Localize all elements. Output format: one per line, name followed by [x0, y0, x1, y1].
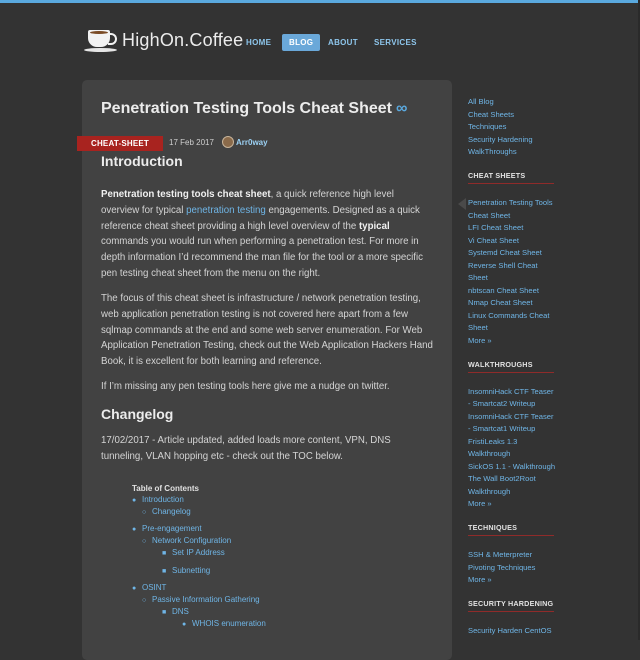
changelog-paragraph: 17/02/2017 - Article updated, added load… — [101, 435, 391, 462]
author-link[interactable]: Arr0way — [236, 138, 268, 147]
sidebar-link[interactable]: Nmap Cheat Sheet — [468, 298, 533, 307]
sidebar-link[interactable]: InsomniHack CTF Teaser — [468, 387, 554, 396]
sidebar-link[interactable]: Security Harden CentOS — [468, 626, 552, 635]
sidebar-link[interactable]: Cheat Sheet — [468, 211, 510, 220]
sidebar-heading-security-hardening: SECURITY HARDENING — [468, 599, 554, 608]
sidebar-link[interactable]: Walkthrough — [468, 487, 510, 496]
toc-item[interactable]: ○ Passive Information Gathering — [142, 595, 260, 604]
sidebar-link[interactable]: Pivoting Techniques — [468, 563, 535, 572]
sidebar-link[interactable]: - Smartcat2 Writeup — [468, 399, 535, 408]
sidebar-link[interactable]: InsomniHack CTF Teaser — [468, 412, 554, 421]
nav-services[interactable]: SERVICES — [374, 38, 417, 47]
sidebar-heading-cheat-sheets: CHEAT SHEETS — [468, 171, 526, 180]
sidebar-link[interactable]: The Wall Boot2Root — [468, 474, 536, 483]
article-title-text: Penetration Testing Tools Cheat Sheet — [101, 100, 392, 117]
site-brand[interactable]: HighOn.Coffee — [84, 26, 243, 54]
heading-changelog: Changelog — [101, 406, 174, 422]
sidebar-link[interactable]: LFI Cheat Sheet — [468, 223, 523, 232]
author-avatar — [222, 136, 234, 148]
nav-home[interactable]: HOME — [246, 38, 271, 47]
sidebar-heading-walkthroughs: WALKTHROUGHS — [468, 360, 533, 369]
heading-introduction: Introduction — [101, 153, 183, 169]
sidebar-link[interactable]: FristiLeaks 1.3 — [468, 437, 517, 446]
nav-about[interactable]: ABOUT — [328, 38, 358, 47]
heading-rule — [468, 372, 554, 373]
twitter-paragraph: If I’m missing any pen testing tools her… — [101, 381, 390, 392]
toc-item[interactable]: ● Pre-engagement — [132, 524, 202, 533]
coffee-cup-icon — [84, 26, 118, 54]
site-title[interactable]: HighOn.Coffee — [122, 30, 243, 51]
sidebar-link[interactable]: SSH & Meterpreter — [468, 550, 532, 559]
sidebar-heading-techniques: TECHNIQUES — [468, 523, 518, 532]
sidebar-link[interactable]: Cheat Sheets — [468, 110, 514, 119]
sidebar-link[interactable]: Security Hardening — [468, 135, 533, 144]
intro-bold-typical: typical — [358, 220, 390, 232]
sidebar-link[interactable]: Linux Commands Cheat — [468, 311, 549, 320]
sidebar-link[interactable]: Sheet — [468, 323, 488, 332]
sidebar-link[interactable]: SickOS 1.1 - Walkthrough — [468, 462, 555, 471]
sidebar-link[interactable]: nbtscan Cheat Sheet — [468, 286, 539, 295]
toc-title: Table of Contents — [132, 484, 199, 493]
sidebar-link[interactable]: Techniques — [468, 122, 506, 131]
focus-paragraph: The focus of this cheat sheet is infrast… — [101, 293, 433, 368]
sidebar-link[interactable]: Vi Cheat Sheet — [468, 236, 519, 245]
category-badge[interactable]: CHEAT-SHEET — [77, 136, 163, 151]
toc-item[interactable]: ● WHOIS enumeration — [182, 619, 266, 628]
sidebar-link[interactable]: - Smartcat1 Writeup — [468, 424, 535, 433]
intro-text-c: commands you would run when performing a… — [101, 236, 423, 279]
article-title: Penetration Testing Tools Cheat Sheet ∞ — [101, 100, 407, 118]
sidebar-link[interactable]: All Blog — [468, 97, 494, 106]
sidebar-link[interactable]: Systemd Cheat Sheet — [468, 248, 542, 257]
heading-rule — [468, 183, 554, 184]
toc-item[interactable]: ■ Subnetting — [162, 566, 210, 575]
sidebar-more-link[interactable]: More » — [468, 575, 492, 584]
sidebar-link[interactable]: Sheet — [468, 273, 488, 282]
intro-paragraph: Penetration testing tools cheat sheet, a… — [101, 187, 433, 282]
sidebar-link[interactable]: Walkthrough — [468, 449, 510, 458]
toc-item[interactable]: ● Introduction — [132, 495, 184, 504]
intro-bold: Penetration testing tools cheat sheet — [101, 189, 271, 200]
sidebar-link[interactable]: Reverse Shell Cheat — [468, 261, 538, 270]
sidebar-pointer — [458, 198, 466, 210]
penetration-testing-link[interactable]: penetration testing — [186, 205, 266, 216]
sidebar-more-link[interactable]: More » — [468, 499, 492, 508]
toc-item[interactable]: ○ Network Configuration — [142, 536, 231, 545]
article-panel: Penetration Testing Tools Cheat Sheet ∞ C… — [77, 80, 452, 660]
toc-item[interactable]: ○ Changelog — [142, 507, 191, 516]
toc-item[interactable]: ■ Set IP Address — [162, 548, 225, 557]
post-date: 17 Feb 2017 — [169, 138, 214, 147]
top-accent-line — [0, 0, 640, 3]
sidebar-link[interactable]: Penetration Testing Tools — [468, 198, 553, 207]
permalink-icon[interactable]: ∞ — [396, 100, 407, 117]
nav-blog[interactable]: BLOG — [282, 34, 321, 51]
heading-rule — [468, 611, 554, 612]
toc-item[interactable]: ● OSINT — [132, 583, 166, 592]
sidebar-link[interactable]: WalkThroughs — [468, 147, 517, 156]
heading-rule — [468, 535, 554, 536]
toc-item[interactable]: ■ DNS — [162, 607, 189, 616]
sidebar-more-link[interactable]: More » — [468, 336, 492, 345]
